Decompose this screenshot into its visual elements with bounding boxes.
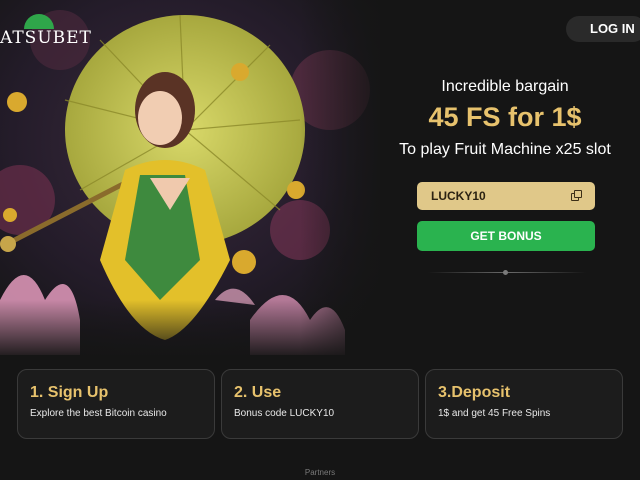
partners-label: Partners xyxy=(304,468,336,477)
login-button[interactable]: LOG IN xyxy=(566,16,640,42)
step-title: 2. Use xyxy=(234,384,282,401)
divider-dot-icon xyxy=(503,270,508,275)
landing-page: ATSUBET LOG IN Incredible bargain 45 FS … xyxy=(0,0,640,480)
step-description: Explore the best Bitcoin casino xyxy=(30,408,167,419)
logo-dome-icon xyxy=(24,14,54,29)
step-card-sign-up: 1. Sign Up Explore the best Bitcoin casi… xyxy=(17,369,215,439)
brand-logo[interactable]: ATSUBET xyxy=(0,14,110,54)
step-description: Bonus code LUCKY10 xyxy=(234,408,335,419)
offer-subtitle: Incredible bargain xyxy=(441,78,569,95)
step-card-use: 2. Use Bonus code LUCKY10 xyxy=(221,369,419,439)
promo-code-text: LUCKY10 xyxy=(431,189,486,203)
offer-panel: Incredible bargain 45 FS for 1$ To play … xyxy=(380,78,630,159)
step-card-deposit: 3.Deposit 1$ and get 45 Free Spins xyxy=(425,369,623,439)
get-bonus-button[interactable]: GET BONUS xyxy=(417,221,595,251)
step-title: 1. Sign Up xyxy=(30,384,109,401)
offer-description: To play Fruit Machine x25 slot xyxy=(399,141,611,158)
promo-code-box[interactable]: LUCKY10 xyxy=(417,182,595,210)
step-title: 3.Deposit xyxy=(438,384,511,401)
offer-amount: 45 FS for 1$ xyxy=(428,102,582,132)
steps-list: 1. Sign Up Explore the best Bitcoin casi… xyxy=(17,369,623,439)
copy-icon[interactable] xyxy=(571,190,583,202)
step-description: 1$ and get 45 Free Spins xyxy=(438,408,551,419)
hero-bottom-fade xyxy=(0,300,640,360)
logo-text: ATSUBET xyxy=(0,28,92,48)
